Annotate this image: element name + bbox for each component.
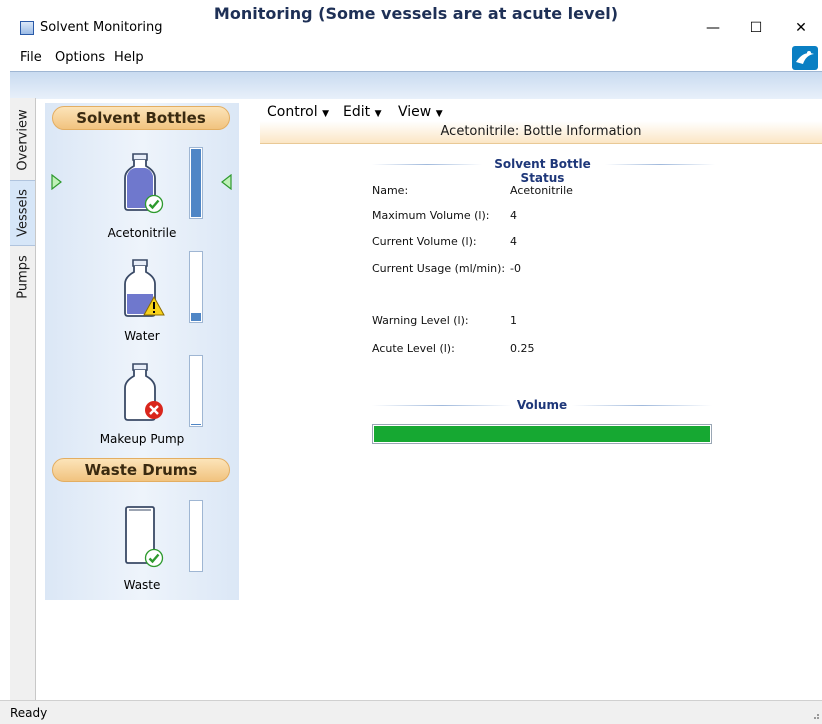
water-label: Water [124,329,160,343]
waste-label: Waste [123,578,161,592]
maximum-volume-label: Maximum Volume (l): [372,209,490,222]
makeup-pump-label: Makeup Pump [99,432,185,446]
acetonitrile-label: Acetonitrile [107,226,177,240]
water-level-gauge[interactable] [189,251,203,323]
section-divider [372,405,512,406]
current-volume-label: Current Volume (l): [372,235,477,248]
tab-pumps-label: Pumps [15,255,30,299]
monitoring-status-title: Monitoring (Some vessels are at acute le… [213,4,619,23]
control-menu[interactable]: Control ▼ [267,104,329,120]
solvent-bottles-heading: Solvent Bottles [52,106,230,130]
status-bar [0,700,822,724]
control-menu-label: Control [267,104,318,120]
ok-status-icon [144,194,164,214]
brand-logo-icon [792,46,818,70]
waste-level-gauge[interactable] [189,500,203,572]
waste-drums-heading: Waste Drums [52,458,230,482]
monitoring-header [10,71,822,99]
chevron-down-icon: ▼ [435,109,443,119]
previous-arrow-icon[interactable] [50,174,62,190]
name-value: Acetonitrile [510,184,573,197]
solvent-bottle-status-title: Solvent Bottle Status [494,157,591,185]
edit-menu[interactable]: Edit ▼ [343,104,382,120]
chevron-down-icon: ▼ [322,109,329,119]
menu-options[interactable]: Options [55,50,105,65]
tab-vessels[interactable]: Vessels [10,180,35,246]
view-menu-label: View [398,104,432,120]
menu-file[interactable]: File [20,50,42,65]
water-level-fill [191,313,201,321]
warning-level-label: Warning Level (l): [372,314,469,327]
acetonitrile-level-fill [191,149,201,217]
section-divider [572,405,712,406]
view-menu[interactable]: View ▼ [398,104,443,120]
warning-level-value: 1 [510,314,517,327]
makeup-pump-level-gauge[interactable] [189,355,203,427]
maximum-volume-value: 4 [510,209,517,222]
tab-pumps[interactable]: Pumps [10,244,35,310]
menu-help[interactable]: Help [114,50,144,65]
volume-bar [372,424,712,444]
makeup-pump-level-fill [191,424,201,425]
bottle-info-title: Acetonitrile: Bottle Information [440,124,642,139]
acute-level-label: Acute Level (l): [372,342,455,355]
edit-menu-label: Edit [343,104,371,120]
volume-bar-fill [374,426,710,442]
acute-level-value: 0.25 [510,342,535,355]
resize-grip-icon[interactable] [810,710,820,720]
current-usage-value: -0 [510,262,521,275]
tab-overview[interactable]: Overview [10,100,35,180]
section-divider [605,164,715,165]
current-volume-value: 4 [510,235,517,248]
warning-icon [143,296,165,316]
chevron-down-icon: ▼ [374,109,382,119]
tab-vessels-label: Vessels [15,189,30,237]
tab-overview-label: Overview [15,109,30,171]
app-icon [20,21,34,35]
current-usage-label: Current Usage (ml/min): [372,262,506,275]
error-icon [145,401,163,419]
status-text: Ready [10,706,48,720]
ok-status-icon [144,548,164,568]
volume-title: Volume [516,398,568,412]
acetonitrile-level-gauge[interactable] [189,147,203,219]
section-divider [372,164,482,165]
name-label: Name: [372,184,409,197]
next-arrow-icon[interactable] [221,174,233,190]
